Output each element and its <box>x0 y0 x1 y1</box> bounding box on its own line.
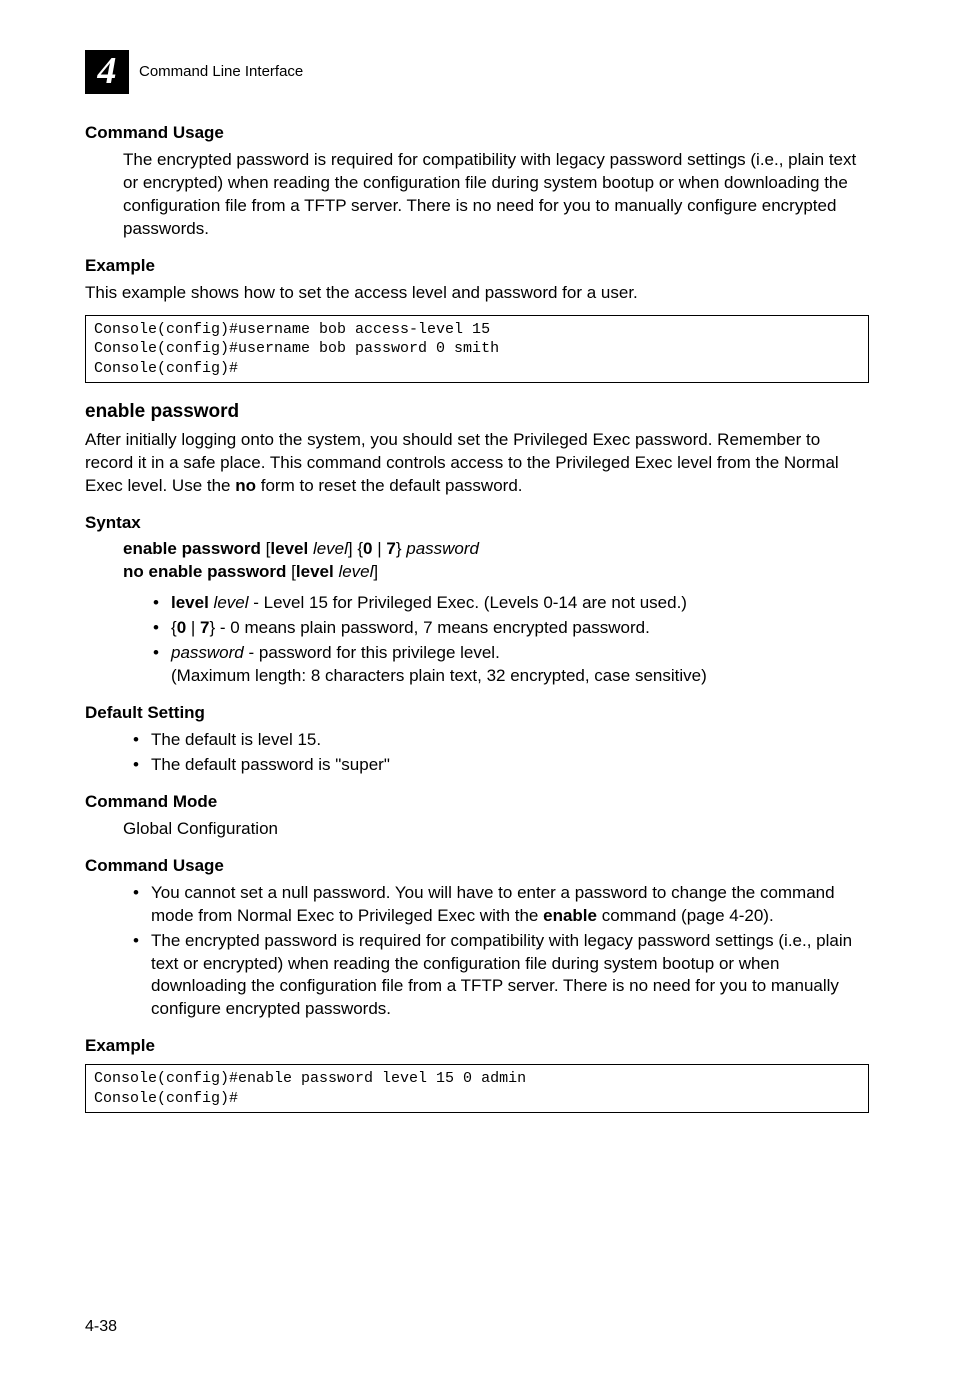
b2-text: - 0 means plain password, 7 means encryp… <box>215 618 650 637</box>
example-heading-2: Example <box>85 1035 869 1058</box>
default-setting-heading: Default Setting <box>85 702 869 725</box>
enable-password-para: After initially logging onto the system,… <box>85 429 869 498</box>
syntax-open-bracket: [ <box>261 539 270 558</box>
syntax-password-param: password <box>406 539 479 558</box>
cu2-bullet-2: The encrypted password is required for c… <box>133 930 869 1022</box>
b1-level-italic: level <box>214 593 249 612</box>
syntax-level-param-2: level <box>338 562 373 581</box>
syntax-zero: 0 <box>363 539 372 558</box>
b3-password-italic: password <box>171 643 244 662</box>
header-section-title: Command Line Interface <box>139 62 303 82</box>
cu2-bullet-1: You cannot set a null password. You will… <box>133 882 869 928</box>
syntax-bullet-3: password - password for this privilege l… <box>153 642 869 688</box>
ds-bullet-2: The default password is "super" <box>133 754 869 777</box>
syntax-pipe-1: | <box>373 539 387 558</box>
code-block-1: Console(config)#username bob access-leve… <box>85 315 869 384</box>
syntax-enable-password: enable password <box>123 539 261 558</box>
syntax-bullet-1: level level - Level 15 for Privileged Ex… <box>153 592 869 615</box>
example-intro-1: This example shows how to set the access… <box>85 282 869 305</box>
default-setting-bullets: The default is level 15. The default pas… <box>133 729 869 777</box>
b1-level-bold: level <box>171 593 209 612</box>
b3-text: - password for this privilege level. <box>244 643 500 662</box>
b2-zero: 0 <box>177 618 186 637</box>
syntax-no-enable: no enable password <box>123 562 286 581</box>
syntax-close-bracket-2: ] <box>373 562 378 581</box>
command-usage-bullets: You cannot set a null password. You will… <box>133 882 869 1022</box>
syntax-level-keyword: level <box>270 539 308 558</box>
chapter-number-badge: 4 <box>85 50 129 94</box>
ds-bullet-1: The default is level 15. <box>133 729 869 752</box>
syntax-open-bracket-2: [ <box>286 562 295 581</box>
syntax-heading: Syntax <box>85 512 869 535</box>
command-usage-heading-2: Command Usage <box>85 855 869 878</box>
enable-password-heading: enable password <box>85 399 869 425</box>
command-mode-heading: Command Mode <box>85 791 869 814</box>
ep-text-2: form to reset the default password. <box>256 476 522 495</box>
cu2-enable-bold: enable <box>543 906 597 925</box>
syntax-level-param: level <box>313 539 348 558</box>
code-block-2: Console(config)#enable password level 15… <box>85 1064 869 1113</box>
page-number: 4-38 <box>85 1316 117 1338</box>
cu2-b1-text-c: command (page 4-20). <box>597 906 774 925</box>
b2-pipe: | <box>186 618 200 637</box>
b3-subtext: (Maximum length: 8 characters plain text… <box>171 665 869 688</box>
command-mode-text: Global Configuration <box>123 818 869 841</box>
syntax-bullet-2: {0 | 7} - 0 means plain password, 7 mean… <box>153 617 869 640</box>
syntax-close-curly: } <box>396 539 406 558</box>
syntax-bullets: level level - Level 15 for Privileged Ex… <box>153 592 869 688</box>
b1-text: - Level 15 for Privileged Exec. (Levels … <box>249 593 687 612</box>
command-usage-para-1: The encrypted password is required for c… <box>123 149 869 241</box>
no-keyword: no <box>235 476 256 495</box>
example-heading-1: Example <box>85 255 869 278</box>
syntax-close-open-brace: ] { <box>348 539 363 558</box>
syntax-line-1: enable password [level level] {0 | 7} pa… <box>123 538 869 584</box>
syntax-level-keyword-2: level <box>296 562 334 581</box>
page-header: 4 Command Line Interface <box>85 50 869 94</box>
b2-seven: 7 <box>200 618 209 637</box>
command-usage-heading-1: Command Usage <box>85 122 869 145</box>
syntax-seven: 7 <box>386 539 395 558</box>
